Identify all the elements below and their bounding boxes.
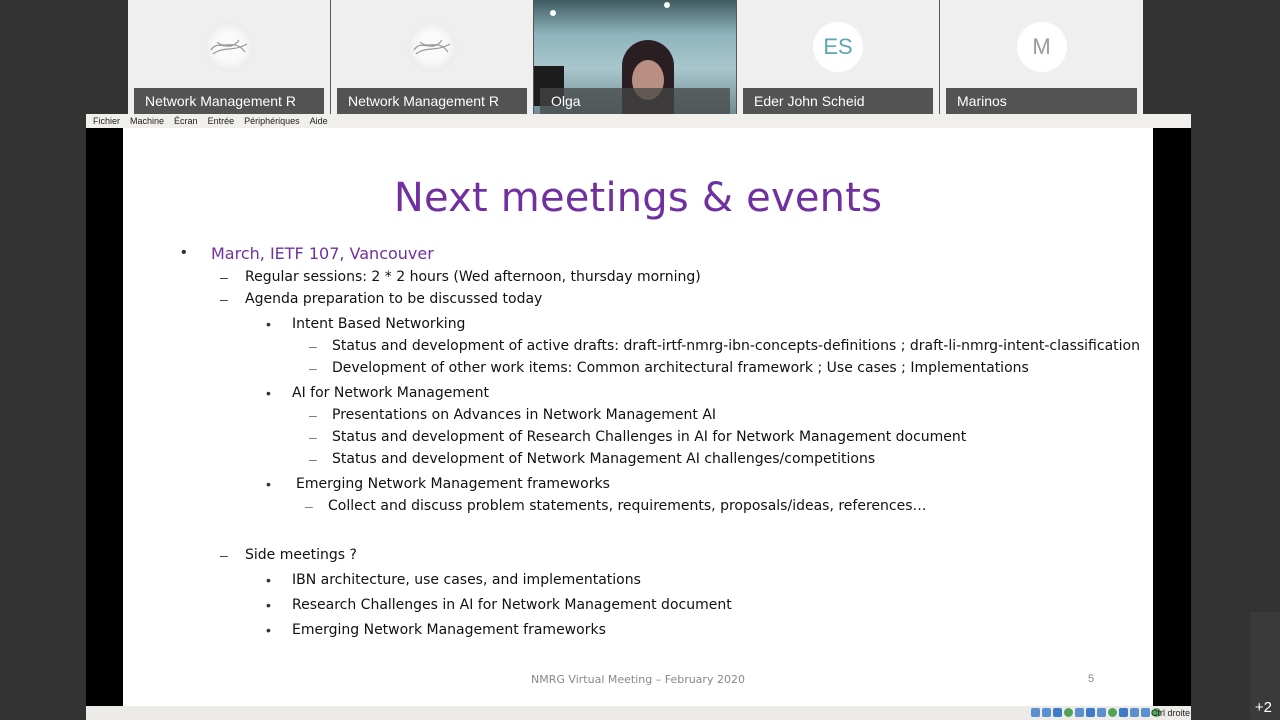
bullet-icon: •: [266, 385, 271, 401]
audio-icon[interactable]: [1053, 708, 1062, 717]
dash-icon: –: [309, 451, 317, 467]
more-participants-button[interactable]: +2: [1255, 699, 1272, 716]
bullet-icon: •: [266, 476, 271, 492]
network-icon[interactable]: [1064, 708, 1073, 717]
dash-icon: –: [305, 498, 313, 514]
slide-bullet-level-3: Emerging Network Management frameworks: [296, 476, 610, 492]
video-capture-icon[interactable]: [1108, 708, 1117, 717]
slide-bullet-level-4: Collect and discuss problem statements, …: [328, 498, 927, 514]
menu-aide[interactable]: Aide: [305, 114, 333, 128]
host-key-label: Ctrl droite: [1150, 708, 1190, 718]
slide-bullet-level-3: Research Challenges in AI for Network Ma…: [292, 597, 732, 613]
dash-icon: –: [309, 360, 317, 376]
participant-name: Network Management R: [134, 88, 324, 114]
participant-name: Network Management R: [337, 88, 527, 114]
display-icon[interactable]: [1097, 708, 1106, 717]
mouse-integration-icon[interactable]: [1141, 708, 1150, 717]
bullet-icon: •: [266, 622, 271, 638]
participant-strip: Network Management R Network Management …: [128, 0, 1150, 114]
participant-tile[interactable]: ES Eder John Scheid: [737, 0, 940, 114]
slide-title: Next meetings & events: [393, 175, 883, 221]
menu-peripheriques[interactable]: Périphériques: [239, 114, 305, 128]
dash-icon: –: [220, 269, 228, 285]
slide-bullet-level-3: Emerging Network Management frameworks: [292, 622, 606, 638]
recording-icon[interactable]: [1119, 708, 1128, 717]
menu-ecran[interactable]: Écran: [169, 114, 203, 128]
participant-tile[interactable]: M Marinos: [940, 0, 1143, 114]
virtualbox-window: Fichier Machine Écran Entrée Périphériqu…: [86, 114, 1191, 720]
slide-footer: NMRG Virtual Meeting – February 2020: [531, 673, 745, 686]
hard-disk-icon[interactable]: [1031, 708, 1040, 717]
slide-bullet-level-2: Agenda preparation to be discussed today: [245, 291, 543, 307]
bullet-icon: •: [266, 597, 271, 613]
ceiling-light: [664, 2, 670, 8]
participant-video-tile[interactable]: Olga: [534, 0, 737, 114]
network-graph-icon: [407, 22, 457, 72]
slide-bullet-level-2: Regular sessions: 2 * 2 hours (Wed after…: [245, 269, 701, 285]
ceiling-light: [550, 10, 556, 16]
menu-fichier[interactable]: Fichier: [86, 114, 125, 128]
slide-bullet-level-4: Status and development of active drafts:…: [332, 338, 1140, 354]
slide-bullet-level-4: Development of other work items: Common …: [332, 360, 1029, 376]
dash-icon: –: [309, 338, 317, 354]
participant-tile[interactable]: Network Management R: [128, 0, 331, 114]
bullet-icon: •: [181, 244, 187, 261]
initials-avatar: M: [1016, 22, 1067, 72]
participant-name: Olga: [540, 88, 730, 114]
network-graph-icon: [204, 22, 254, 72]
slide-bullet-level-3: Intent Based Networking: [292, 316, 466, 332]
usb-icon[interactable]: [1075, 708, 1084, 717]
bullet-icon: •: [266, 572, 271, 588]
vm-status-icons: [1031, 708, 1161, 717]
slide-bullet-level-3: IBN architecture, use cases, and impleme…: [292, 572, 641, 588]
dash-icon: –: [309, 407, 317, 423]
initials-avatar: ES: [813, 22, 863, 72]
menu-machine[interactable]: Machine: [125, 114, 169, 128]
vm-statusbar: Ctrl droite: [86, 706, 1191, 720]
dash-icon: –: [220, 291, 228, 307]
participant-name: Marinos: [946, 88, 1137, 114]
slide-bullet-level-1: March, IETF 107, Vancouver: [211, 244, 434, 263]
vm-menubar: Fichier Machine Écran Entrée Périphériqu…: [86, 114, 1191, 128]
shared-folder-icon[interactable]: [1086, 708, 1095, 717]
slide-bullet-level-4: Status and development of Network Manage…: [332, 451, 876, 467]
slide-bullet-level-2: Side meetings ?: [245, 547, 357, 563]
slide-bullet-level-3: AI for Network Management: [292, 385, 489, 401]
menu-entree[interactable]: Entrée: [203, 114, 240, 128]
slide-page-number: 5: [1088, 673, 1095, 685]
cpu-icon[interactable]: [1130, 708, 1139, 717]
slide-bullet-level-4: Presentations on Advances in Network Man…: [332, 407, 717, 423]
dash-icon: –: [309, 429, 317, 445]
presentation-slide: Next meetings & events • March, IETF 107,…: [123, 128, 1153, 706]
dash-icon: –: [220, 547, 228, 563]
participant-tile[interactable]: Network Management R: [331, 0, 534, 114]
participant-name: Eder John Scheid: [743, 88, 933, 114]
slide-bullet-level-4: Status and development of Research Chall…: [332, 429, 967, 445]
bullet-icon: •: [266, 316, 271, 332]
optical-drive-icon[interactable]: [1042, 708, 1051, 717]
